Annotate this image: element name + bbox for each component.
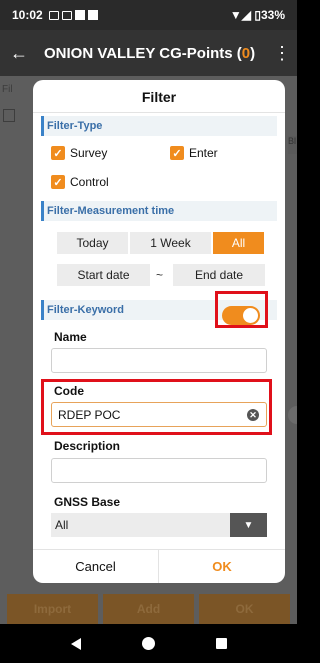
divider [33,112,285,113]
app-notification-icon [74,10,85,20]
gnss-base-label: GNSS Base [54,495,121,509]
description-label: Description [54,439,121,453]
time-option-all[interactable]: All [213,232,264,254]
import-button: Import [7,594,98,624]
background-checkbox [3,109,15,122]
nav-back-icon[interactable] [70,637,81,650]
ok-button[interactable]: OK [159,550,285,583]
nav-recents-icon[interactable] [215,638,227,649]
checkbox-survey[interactable]: ✓ Survey [51,146,107,160]
back-arrow-icon[interactable]: ← [10,43,34,64]
checkbox-enter[interactable]: ✓ Enter [170,146,218,160]
checkbox-label: Survey [70,146,108,160]
add-button: Add [103,594,194,624]
date-separator: ~ [156,268,164,282]
checkbox-control[interactable]: ✓ Control [51,175,109,189]
gnss-base-value: All [55,518,69,532]
count-close: ) [250,44,256,62]
section-filter-type: Filter-Type [41,116,277,136]
background-ok-button: OK [199,594,290,624]
chevron-down-icon[interactable]: ▼ [230,513,267,537]
count-open: ( [232,44,242,62]
battery-indicator: ▼◢ ▯33% [229,8,285,22]
page-title-text: ONION VALLEY CG-Points [44,44,233,62]
calendar-icon [61,10,72,20]
end-date-button[interactable]: End date [173,264,265,286]
app-header: ← ONION VALLEY CG-Points (0) ⋮ [0,30,297,76]
bottom-action-bar: Import Add OK [0,594,297,624]
dialog-title: Filter [141,89,177,105]
checkbox-checked-icon: ✓ [51,146,65,160]
start-date-button[interactable]: Start date [57,264,150,286]
highlight-box-toggle [215,291,268,328]
page-title: ONION VALLEY CG-Points (0) [44,45,273,62]
status-bar: 10:02 ▼◢ ▯33% [0,0,297,30]
checkbox-label: Control [70,175,109,189]
time-option-today[interactable]: Today [57,232,128,254]
more-menu-icon[interactable]: ⋮ [273,43,291,64]
mail-icon [48,10,59,20]
system-nav-bar [0,624,297,663]
battery-percent: 33% [260,8,285,22]
description-input[interactable] [51,458,267,483]
name-input[interactable] [51,348,267,373]
time-option-1-week[interactable]: 1 Week [130,232,211,254]
filter-dialog: Filter Filter-Type ✓ Survey ✓ Enter ✓ Co… [33,80,285,583]
point-count: 0 [241,44,251,62]
section-measurement-time: Filter-Measurement time [41,201,277,221]
nav-home-icon[interactable] [141,637,155,650]
app-notification-icon [87,10,98,20]
highlight-box-code [41,379,272,435]
name-label: Name [54,330,87,344]
gnss-base-select[interactable]: All ▼ [51,513,267,537]
checkbox-checked-icon: ✓ [170,146,184,160]
checkbox-label: Enter [189,146,218,160]
background-right-stub: Bl [288,136,297,154]
background-filter-stub: Fil [2,84,13,95]
status-time: 10:02 [12,8,43,22]
background-clear-stub [288,406,297,424]
checkbox-checked-icon: ✓ [51,175,65,189]
notification-icons [48,10,98,20]
cancel-button[interactable]: Cancel [33,550,159,583]
